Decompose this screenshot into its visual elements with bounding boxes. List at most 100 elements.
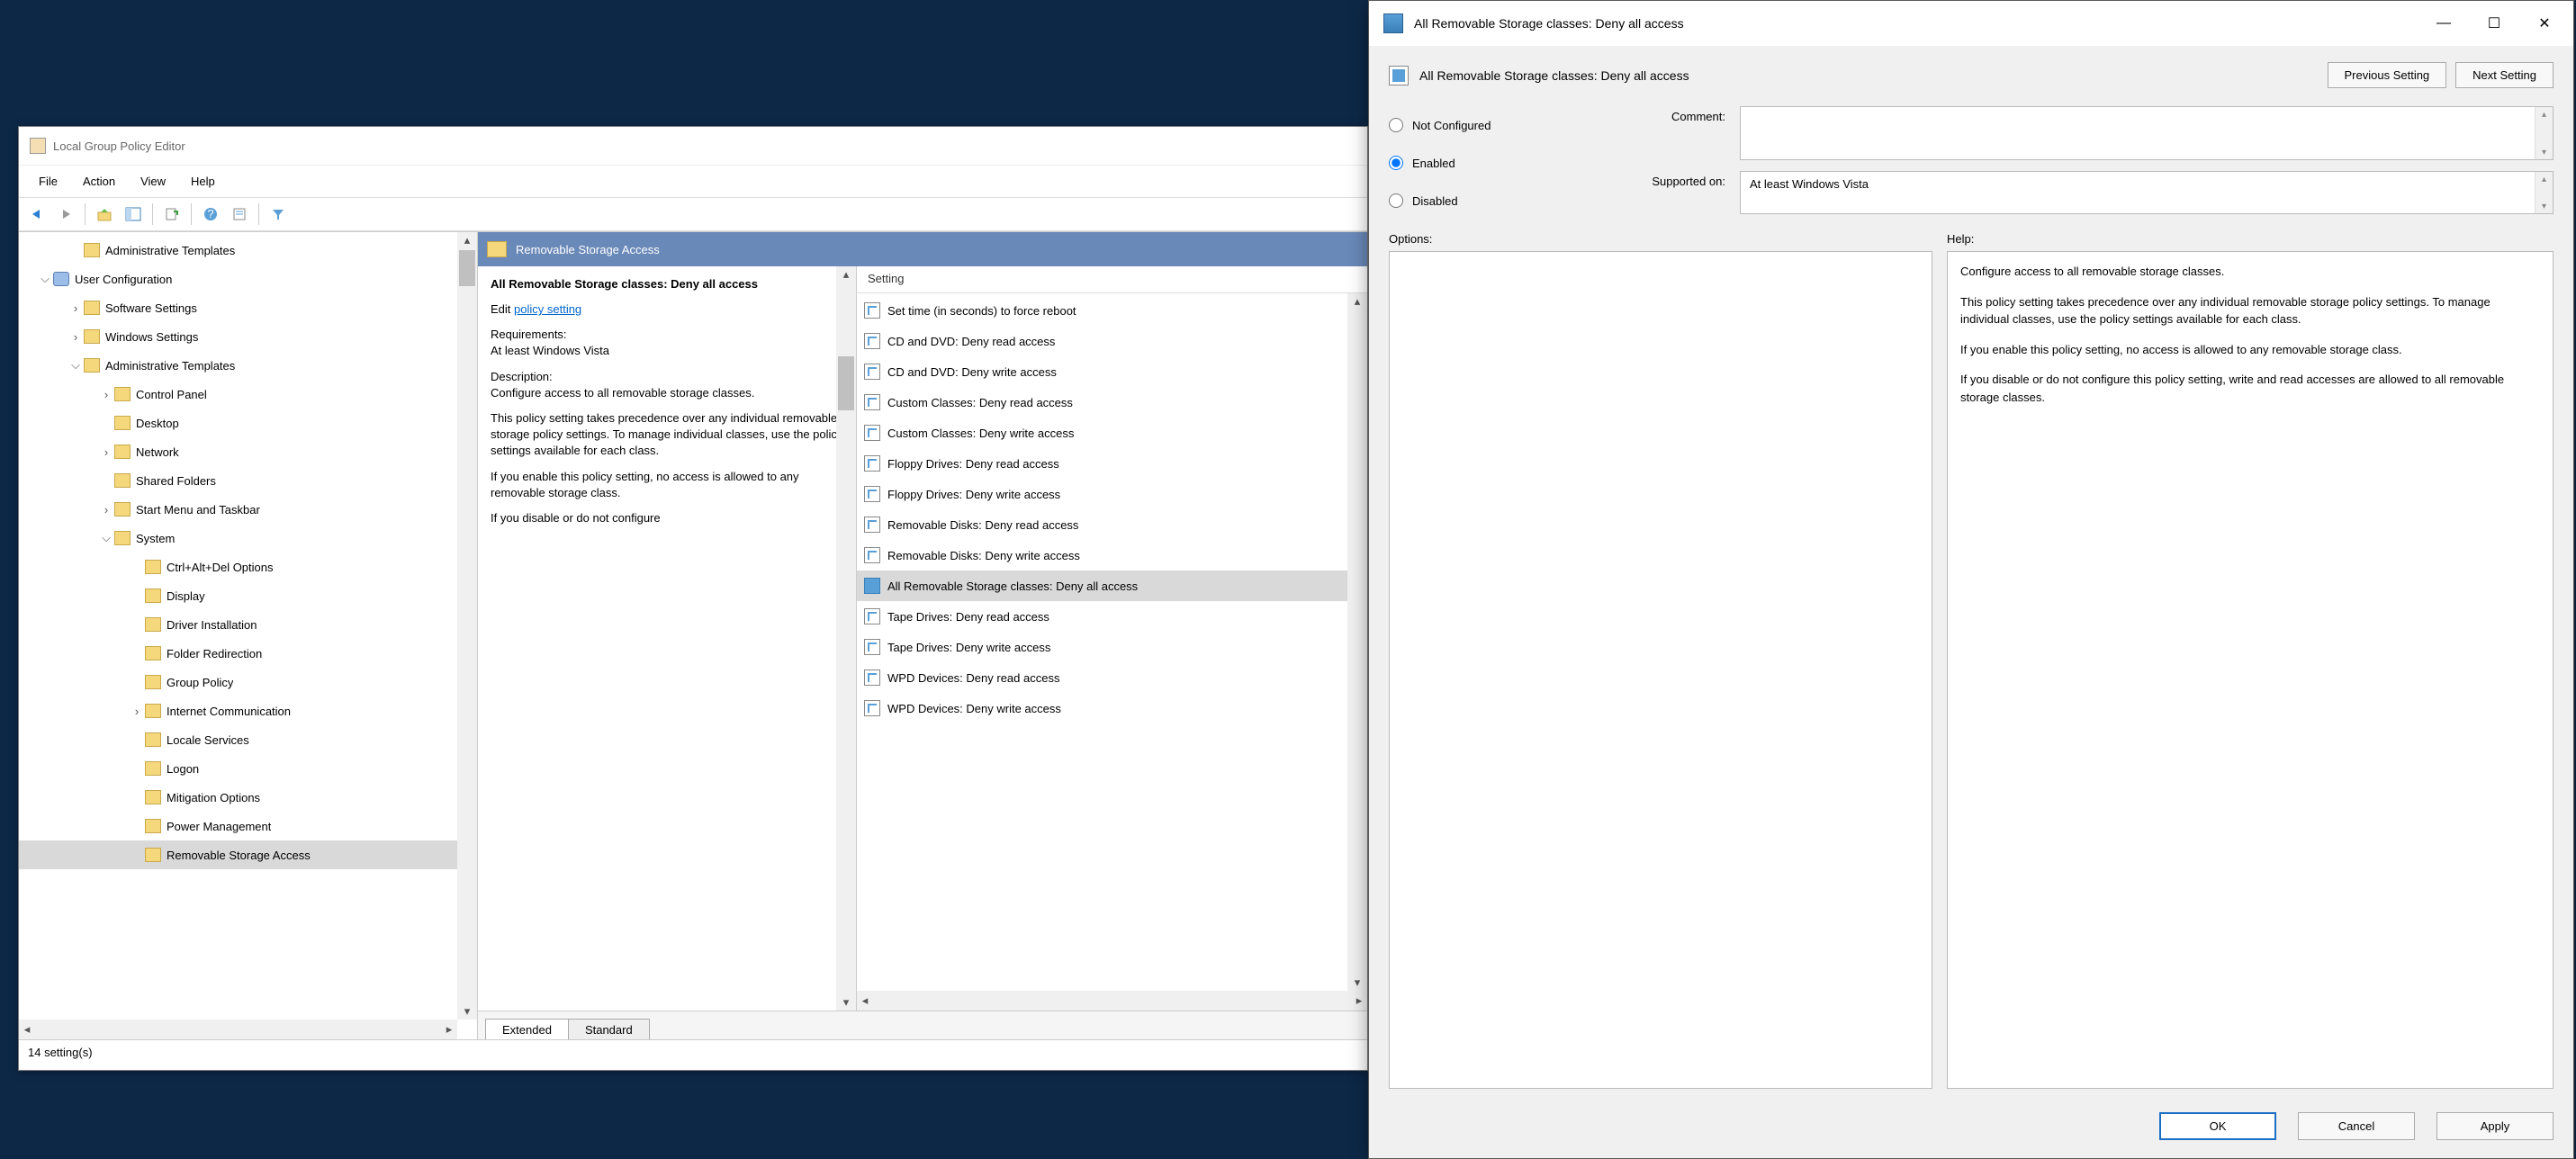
tree-item[interactable]: ›Control Panel	[19, 380, 477, 409]
tree-item[interactable]: Desktop	[19, 409, 477, 437]
show-hide-tree-button[interactable]	[121, 202, 146, 227]
setting-row[interactable]: Tape Drives: Deny read access	[857, 601, 1367, 632]
radio-disabled[interactable]: Disabled	[1389, 182, 1605, 220]
radio-not-configured-input[interactable]	[1389, 118, 1403, 132]
menu-action[interactable]: Action	[70, 171, 128, 192]
list-vscrollbar[interactable]: ▴ ▾	[1347, 293, 1367, 991]
setting-row[interactable]: All Removable Storage classes: Deny all …	[857, 571, 1367, 601]
setting-row[interactable]: Tape Drives: Deny write access	[857, 632, 1367, 662]
list-hscrollbar[interactable]: ◂ ▸	[857, 991, 1367, 1011]
tree-item[interactable]: ⌵User Configuration	[19, 265, 477, 293]
cancel-button[interactable]: Cancel	[2298, 1112, 2415, 1140]
setting-row[interactable]: CD and DVD: Deny read access	[857, 326, 1367, 356]
minimize-button[interactable]: —	[2418, 5, 2469, 41]
menu-help[interactable]: Help	[178, 171, 228, 192]
tree-item[interactable]: ⌵System	[19, 524, 477, 553]
radio-enabled[interactable]: Enabled	[1389, 144, 1605, 182]
setting-row[interactable]: Set time (in seconds) to force reboot	[857, 295, 1367, 326]
scroll-left-arrow[interactable]: ◂	[19, 1020, 35, 1039]
radio-not-configured[interactable]: Not Configured	[1389, 106, 1605, 144]
previous-setting-button[interactable]: Previous Setting	[2328, 62, 2447, 88]
expand-icon[interactable]: ›	[98, 503, 114, 517]
radio-enabled-input[interactable]	[1389, 156, 1403, 170]
settings-list[interactable]: Set time (in seconds) to force rebootCD …	[857, 293, 1367, 725]
forward-button[interactable]	[53, 202, 78, 227]
tree-item[interactable]: Folder Redirection	[19, 639, 477, 668]
collapse-icon[interactable]: ⌵	[37, 272, 53, 286]
setting-row[interactable]: Removable Disks: Deny read access	[857, 509, 1367, 540]
back-button[interactable]	[24, 202, 50, 227]
tree-item[interactable]: Group Policy	[19, 668, 477, 696]
tree-item[interactable]: Ctrl+Alt+Del Options	[19, 553, 477, 581]
tree-item[interactable]: Logon	[19, 754, 477, 783]
settings-column-header[interactable]: Setting	[857, 266, 1367, 293]
setting-row[interactable]: WPD Devices: Deny write access	[857, 693, 1367, 723]
scroll-thumb[interactable]	[459, 250, 475, 286]
radio-disabled-input[interactable]	[1389, 193, 1403, 208]
tree-item[interactable]: Shared Folders	[19, 466, 477, 495]
setting-row[interactable]: Floppy Drives: Deny write access	[857, 479, 1367, 509]
tab-extended[interactable]: Extended	[485, 1019, 569, 1039]
ok-button[interactable]: OK	[2159, 1112, 2276, 1140]
edit-policy-link[interactable]: policy setting	[514, 302, 581, 316]
tree-item[interactable]: ›Start Menu and Taskbar	[19, 495, 477, 524]
setting-row[interactable]: Removable Disks: Deny write access	[857, 540, 1367, 571]
menu-file[interactable]: File	[26, 171, 70, 192]
comment-textbox[interactable]: ▴▾	[1740, 106, 2553, 160]
menu-view[interactable]: View	[128, 171, 178, 192]
tree-item[interactable]: ›Network	[19, 437, 477, 466]
comment-scrollbar[interactable]: ▴▾	[2535, 107, 2553, 159]
scroll-thumb[interactable]	[838, 356, 854, 410]
setting-row[interactable]: CD and DVD: Deny write access	[857, 356, 1367, 387]
setting-row[interactable]: Custom Classes: Deny write access	[857, 418, 1367, 448]
tree-item[interactable]: ›Internet Communication	[19, 696, 477, 725]
tree-item[interactable]: Removable Storage Access	[19, 840, 477, 869]
tree-item[interactable]: ›Software Settings	[19, 293, 477, 322]
supported-scrollbar[interactable]: ▴▾	[2535, 172, 2553, 213]
tab-standard[interactable]: Standard	[568, 1019, 650, 1039]
scroll-left-arrow[interactable]: ◂	[857, 991, 873, 1011]
tree-item[interactable]: Administrative Templates	[19, 236, 477, 265]
collapse-icon[interactable]: ⌵	[98, 531, 114, 545]
tree-hscrollbar[interactable]: ◂ ▸	[19, 1020, 457, 1039]
gpedit-titlebar[interactable]: Local Group Policy Editor	[19, 127, 1367, 165]
tree-item[interactable]: Mitigation Options	[19, 783, 477, 812]
apply-button[interactable]: Apply	[2436, 1112, 2553, 1140]
properties-button[interactable]	[227, 202, 252, 227]
help-button[interactable]: ?	[198, 202, 223, 227]
setting-row[interactable]: Custom Classes: Deny read access	[857, 387, 1367, 418]
tree-item[interactable]: ›Windows Settings	[19, 322, 477, 351]
expand-icon[interactable]: ›	[68, 330, 84, 344]
scroll-down-arrow[interactable]: ▾	[457, 1003, 477, 1020]
tree[interactable]: Administrative Templates⌵User Configurat…	[19, 232, 477, 873]
expand-icon[interactable]: ›	[98, 445, 114, 459]
tree-vscrollbar[interactable]: ▴ ▾	[457, 232, 477, 1020]
maximize-button[interactable]: ☐	[2469, 5, 2519, 41]
next-setting-button[interactable]: Next Setting	[2455, 62, 2553, 88]
expand-icon[interactable]: ›	[98, 388, 114, 401]
collapse-icon[interactable]: ⌵	[68, 358, 84, 373]
scroll-up-arrow[interactable]: ▴	[457, 232, 477, 248]
close-button[interactable]: ✕	[2519, 5, 2570, 41]
detail-vscrollbar[interactable]: ▴ ▾	[836, 266, 856, 1011]
scroll-up-arrow[interactable]: ▴	[1347, 293, 1367, 310]
tree-item[interactable]: Driver Installation	[19, 610, 477, 639]
scroll-right-arrow[interactable]: ▸	[1351, 991, 1367, 1011]
export-button[interactable]	[159, 202, 185, 227]
scroll-down-arrow[interactable]: ▾	[1347, 975, 1367, 991]
tree-item[interactable]: Display	[19, 581, 477, 610]
setting-row[interactable]: WPD Devices: Deny read access	[857, 662, 1367, 693]
tree-item[interactable]: Power Management	[19, 812, 477, 840]
expand-icon[interactable]: ›	[68, 301, 84, 315]
tree-item[interactable]: ⌵Administrative Templates	[19, 351, 477, 380]
expand-icon[interactable]: ›	[129, 705, 145, 718]
scroll-up-arrow[interactable]: ▴	[836, 266, 856, 283]
filter-button[interactable]	[266, 202, 291, 227]
scroll-down-arrow[interactable]: ▾	[836, 994, 856, 1011]
setting-row[interactable]: Floppy Drives: Deny read access	[857, 448, 1367, 479]
policy-titlebar[interactable]: All Removable Storage classes: Deny all …	[1369, 1, 2573, 46]
up-button[interactable]	[92, 202, 117, 227]
scroll-right-arrow[interactable]: ▸	[441, 1020, 457, 1039]
policy-item-icon	[864, 333, 880, 349]
tree-item[interactable]: Locale Services	[19, 725, 477, 754]
